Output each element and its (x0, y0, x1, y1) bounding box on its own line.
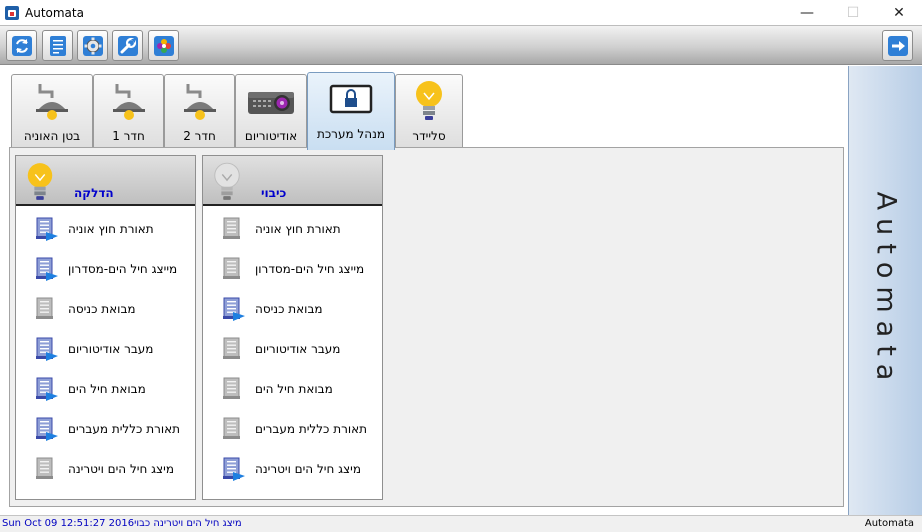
tab-auditorium[interactable]: אודיטוריום (235, 74, 307, 148)
tab-label: חדר 2 (183, 129, 216, 143)
light-command-label: מבואת חיל הים (255, 382, 333, 396)
tab-label: מנהל מערכת (316, 127, 386, 141)
light-command-label: תאורת חוץ אוניה (255, 222, 341, 236)
tab-label: בטן האוניה (23, 129, 81, 143)
light-command-label: מבואת כניסה (255, 302, 323, 316)
document-icon (36, 297, 53, 319)
lightbulb-icon (402, 79, 456, 123)
group-header: הדלקה (16, 156, 195, 206)
light-command-label: מיצג חיל הים ויטרינה (255, 462, 362, 476)
refresh-button[interactable] (6, 30, 37, 61)
document-arrow-icon (223, 457, 245, 481)
tab-label: אודיטוריום (244, 129, 298, 143)
document-icon (49, 35, 66, 56)
light-command-item[interactable]: תאורת חוץ אוניה (221, 214, 381, 244)
title-bar: Automata — ☐ ✕ (0, 0, 922, 25)
lock-screen-icon (324, 77, 378, 121)
light-command-item[interactable]: מבואת כניסה (221, 294, 381, 324)
light-command-label: מייצג חיל הים-מסדרון (255, 262, 365, 276)
ceiling-lamp-icon (25, 79, 79, 123)
gear-icon (82, 35, 103, 56)
group-header: כיבוי (203, 156, 382, 206)
light-command-label: מעבר אודיטוריום (255, 342, 341, 356)
group-lights-on: הדלקה תאורת חוץ אוניה מייצג חיל הים-מסדרו… (15, 155, 196, 500)
wrench-icon (117, 35, 138, 56)
status-app-name: Automata (864, 518, 914, 529)
side-brand-panel: Automata (848, 66, 922, 515)
app-house-icon (5, 5, 19, 20)
document-icon (223, 257, 240, 279)
document-arrow-icon (36, 217, 58, 241)
window-controls: — ☐ ✕ (784, 0, 922, 25)
toolbar (0, 25, 922, 65)
photos-icon (153, 35, 174, 56)
tab-label: חדר 1 (112, 129, 145, 143)
maximize-button[interactable]: ☐ (830, 0, 876, 25)
status-bar: Sun Oct 09 12:51:27 2016מיצג חיל הים ויט… (0, 515, 922, 532)
light-command-item[interactable]: מיצג חיל הים ויטרינה (221, 454, 381, 484)
light-command-item[interactable]: מייצג חיל הים-מסדרון (221, 254, 381, 284)
ceiling-lamp-icon (173, 79, 227, 123)
document-icon (223, 337, 240, 359)
exit-button[interactable] (882, 30, 913, 61)
tab-room-1[interactable]: חדר 1 (93, 74, 164, 148)
projector-icon (244, 79, 298, 123)
tab-label: סליידר (412, 129, 446, 143)
light-command-item[interactable]: מעבר אודיטוריום (34, 334, 194, 364)
document-arrow-icon (36, 337, 58, 361)
light-command-item[interactable]: מייצג חיל הים-מסדרון (34, 254, 194, 284)
light-command-label: תאורת כללית מעברים (255, 422, 368, 436)
group-lights-off: כיבוי תאורת חוץ אוניה מייצג חיל הים-מסדרו… (202, 155, 383, 500)
light-command-label: תאורת כללית מעברים (68, 422, 181, 436)
tools-button[interactable] (112, 30, 143, 61)
light-command-item[interactable]: תאורת כללית מעברים (221, 414, 381, 444)
tab-slider[interactable]: סליידר (395, 74, 463, 148)
tab-room-2[interactable]: חדר 2 (164, 74, 235, 148)
light-command-label: תאורת חוץ אוניה (68, 222, 154, 236)
light-command-label: מעבר אודיטוריום (68, 342, 154, 356)
document-icon (223, 417, 240, 439)
ceiling-lamp-icon (102, 79, 156, 123)
light-command-item[interactable]: מבואת חיל הים (221, 374, 381, 404)
document-arrow-icon (36, 257, 58, 281)
lightbulb-on-icon (27, 163, 53, 200)
document-arrow-icon (223, 297, 245, 321)
document-arrow-icon (36, 377, 58, 401)
tab-boat-hull[interactable]: בטן האוניה (11, 74, 93, 148)
close-button[interactable]: ✕ (876, 0, 922, 25)
group-title: הדלקה (74, 186, 114, 200)
document-icon (36, 457, 53, 479)
light-command-label: מיצג חיל הים ויטרינה (68, 462, 175, 476)
light-command-item[interactable]: מעבר אודיטוריום (221, 334, 381, 364)
photos-button[interactable] (148, 30, 179, 61)
settings-button[interactable] (77, 30, 108, 61)
light-command-item[interactable]: תאורת חוץ אוניה (34, 214, 194, 244)
refresh-icon (11, 35, 32, 56)
light-command-label: מייצג חיל הים-מסדרון (68, 262, 178, 276)
group-title: כיבוי (261, 186, 287, 200)
document-icon (223, 377, 240, 399)
window-title: Automata (25, 5, 84, 20)
light-command-item[interactable]: מבואת חיל הים (34, 374, 194, 404)
exit-arrow-icon (887, 35, 908, 56)
light-command-label: מבואת חיל הים (68, 382, 146, 396)
brand-text: Automata (870, 191, 902, 389)
document-button[interactable] (42, 30, 73, 61)
document-icon (223, 217, 240, 239)
light-command-item[interactable]: מבואת כניסה (34, 294, 194, 324)
tab-system-admin[interactable]: מנהל מערכת (307, 72, 395, 150)
light-command-item[interactable]: מיצג חיל הים ויטרינה (34, 454, 194, 484)
light-command-label: מבואת כניסה (68, 302, 136, 316)
lightbulb-off-icon (214, 162, 240, 200)
minimize-button[interactable]: — (784, 0, 830, 25)
status-message: Sun Oct 09 12:51:27 2016מיצג חיל הים ויט… (2, 518, 242, 529)
tab-strip: בטן האוניה חדר 1 חדר 2 אודיטוריום מנהל מ… (9, 72, 845, 150)
document-arrow-icon (36, 417, 58, 441)
light-command-item[interactable]: תאורת כללית מעברים (34, 414, 194, 444)
